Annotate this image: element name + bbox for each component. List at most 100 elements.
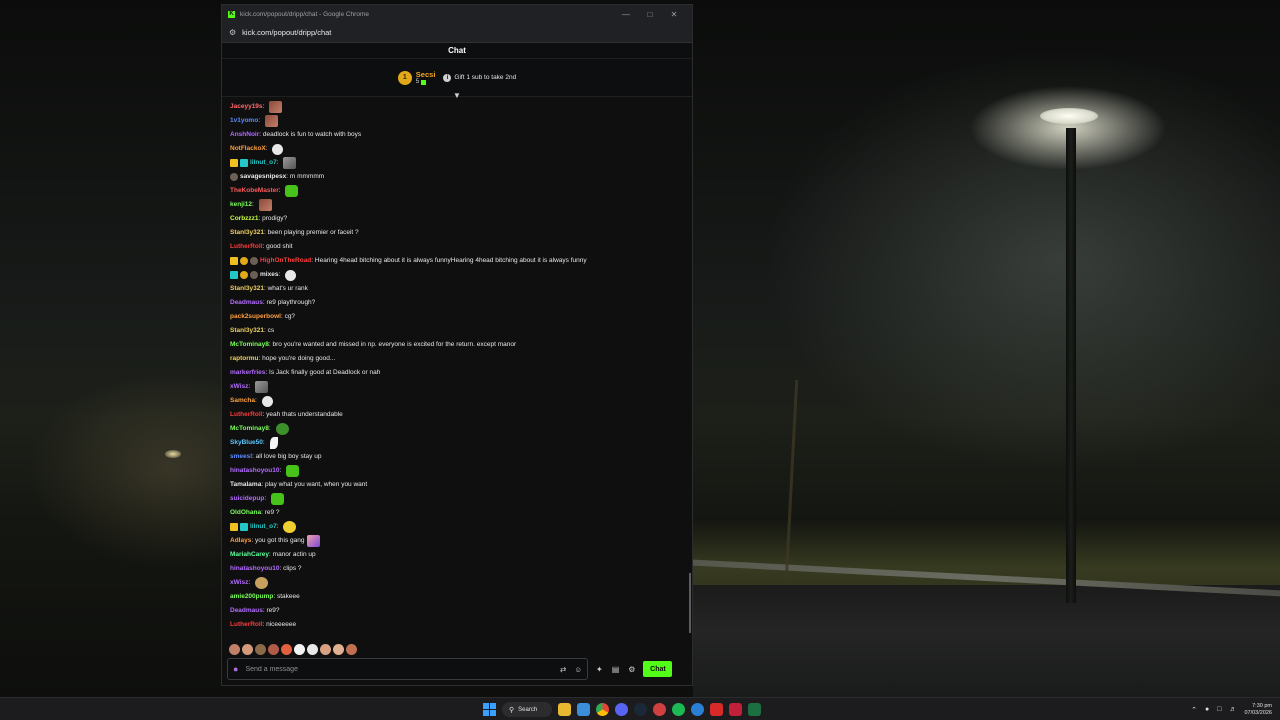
chat-username[interactable]: pack2superbowl xyxy=(230,310,281,324)
send-chat-button[interactable]: Chat xyxy=(643,661,673,677)
store-icon[interactable]: ▤ xyxy=(612,665,620,674)
quick-emote-icon[interactable] xyxy=(307,643,318,655)
ghost-emote-icon[interactable] xyxy=(285,269,297,281)
windows-start-icon[interactable] xyxy=(483,703,496,716)
chat-username[interactable]: hinatashoyou10 xyxy=(230,464,279,478)
chat-scrollbar[interactable] xyxy=(689,573,691,633)
chat-username[interactable]: xWisz xyxy=(230,380,248,394)
microphone-tray-icon[interactable]: ● xyxy=(1205,706,1209,713)
points-icon[interactable]: ✦ xyxy=(596,665,603,674)
chat-username[interactable]: LutherRoll xyxy=(230,408,263,422)
chat-username[interactable]: LutherRoll xyxy=(230,240,263,254)
volume-icon[interactable]: ♬ xyxy=(1229,706,1236,713)
chat-username[interactable]: HighOnTheRoad xyxy=(260,254,311,268)
green-emote-icon[interactable] xyxy=(270,493,284,505)
steam-icon[interactable] xyxy=(634,703,647,716)
photos-icon[interactable] xyxy=(577,703,590,716)
chat-username[interactable]: markerfries xyxy=(230,366,265,380)
excel-icon[interactable] xyxy=(748,703,761,716)
chat-username[interactable]: Deadmaus xyxy=(230,296,263,310)
chat-username[interactable]: savagesnipesx xyxy=(240,170,286,184)
quick-emote-icon[interactable] xyxy=(229,643,240,655)
chat-username[interactable]: amie200pump xyxy=(230,590,273,604)
minimize-icon[interactable]: — xyxy=(614,10,638,19)
chat-username[interactable]: 1v1yomo xyxy=(230,114,258,128)
chat-username[interactable]: smeesl xyxy=(230,450,252,464)
chat-input-box[interactable]: ● ⇄ ☺ xyxy=(227,658,588,680)
quick-emote-icon[interactable] xyxy=(346,643,357,655)
settings-gear-icon[interactable]: ⚙ xyxy=(628,665,635,674)
maximize-icon[interactable]: □ xyxy=(638,10,662,19)
pic-emote-icon[interactable] xyxy=(269,101,283,113)
chrome-icon[interactable] xyxy=(596,703,609,716)
feather-emote-icon[interactable] xyxy=(269,437,278,449)
chat-username[interactable]: Corbzzz1 xyxy=(230,212,259,226)
chat-username[interactable]: McTominay8 xyxy=(230,422,269,436)
chat-username[interactable]: AnshNoir xyxy=(230,128,259,142)
quick-emote-icon[interactable] xyxy=(281,643,292,655)
chat-username[interactable]: Tamalama xyxy=(230,478,261,492)
ccleaner-icon[interactable] xyxy=(653,703,666,716)
chat-username[interactable]: Jaceyy19s xyxy=(230,100,263,114)
chat-username[interactable]: Deadmaus xyxy=(230,604,263,618)
chat-username[interactable]: Adlays xyxy=(230,534,251,548)
pic-emote-icon[interactable] xyxy=(258,199,272,211)
translate-icon[interactable]: ⇄ xyxy=(560,665,566,674)
cat-emote-icon[interactable] xyxy=(283,157,297,169)
chat-username[interactable]: suicidepup xyxy=(230,492,264,506)
url-text[interactable]: kick.com/popout/dripp/chat xyxy=(242,28,331,37)
chat-messages[interactable]: Jaceyy19s: 1v1yomo: AnshNoir: deadlock i… xyxy=(222,97,692,641)
chat-username[interactable]: lilnut_o7 xyxy=(250,156,277,170)
window-titlebar[interactable]: K kick.com/popout/dripp/chat - Google Ch… xyxy=(222,5,692,23)
quick-emote-icon[interactable] xyxy=(255,643,266,655)
quick-emote-icon[interactable] xyxy=(268,643,279,655)
spotify-icon[interactable] xyxy=(672,703,685,716)
quick-emote-icon[interactable] xyxy=(320,643,331,655)
chat-username[interactable]: mixes xyxy=(260,268,278,282)
address-bar[interactable]: ⚙ kick.com/popout/dripp/chat xyxy=(222,23,692,43)
cartoon-emote-icon[interactable] xyxy=(307,535,321,547)
dog-emote-icon[interactable] xyxy=(255,577,268,589)
file-explorer-icon[interactable] xyxy=(558,703,571,716)
chat-username[interactable]: McTominay8 xyxy=(230,338,269,352)
gifter-name[interactable]: Secsi xyxy=(416,70,436,79)
chat-username[interactable]: Stanl3y321 xyxy=(230,324,264,338)
quick-emote-icon[interactable] xyxy=(333,643,344,655)
edge-beta-icon[interactable] xyxy=(691,703,704,716)
chat-username[interactable]: lilnut_o7 xyxy=(250,520,277,534)
red-app-icon[interactable] xyxy=(710,703,723,716)
chat-input[interactable] xyxy=(245,665,553,673)
chat-username[interactable]: raptormu xyxy=(230,352,259,366)
network-icon[interactable]: □ xyxy=(1217,706,1221,713)
chat-username[interactable]: NotFlackoX xyxy=(230,142,266,156)
quick-emote-icon[interactable] xyxy=(294,643,305,655)
ghost-emote-icon[interactable] xyxy=(272,143,284,155)
green-emote-icon[interactable] xyxy=(285,185,299,197)
tray-chevron-icon[interactable]: ⌃ xyxy=(1191,706,1197,714)
chat-username[interactable]: Stanl3y321 xyxy=(230,282,264,296)
chat-username[interactable]: xWisz xyxy=(230,576,248,590)
chat-username[interactable]: LutherRoll xyxy=(230,618,263,632)
clock[interactable]: 7:30 pm 07/03/2026 xyxy=(1244,703,1272,717)
taskbar-search[interactable]: ⚲ Search xyxy=(502,702,552,717)
cat-emote-icon[interactable] xyxy=(255,381,268,393)
yellow-emote-icon[interactable] xyxy=(283,521,297,533)
pic-emote-icon[interactable] xyxy=(264,115,278,127)
gifter-info[interactable]: Secsi 5 xyxy=(416,70,436,85)
close-icon[interactable]: ✕ xyxy=(662,10,686,19)
ghost-emote-icon[interactable] xyxy=(261,395,273,407)
chat-username[interactable]: Samcha xyxy=(230,394,255,408)
chat-username[interactable]: kenji12 xyxy=(230,198,252,212)
emoji-icon[interactable]: ☺ xyxy=(574,665,582,674)
chat-username[interactable]: OldOhana xyxy=(230,506,261,520)
microphone-icon[interactable]: ● xyxy=(233,664,238,674)
chat-username[interactable]: MariahCarey xyxy=(230,548,269,562)
green-emote-icon[interactable] xyxy=(286,465,300,477)
chat-username[interactable]: SkyBlue50 xyxy=(230,436,263,450)
discord-icon[interactable] xyxy=(615,703,628,716)
site-settings-icon[interactable]: ⚙ xyxy=(229,28,236,37)
quick-emote-icon[interactable] xyxy=(242,643,253,655)
gift-prompt[interactable]: Gift 1 sub to take 2nd xyxy=(454,74,516,81)
chat-username[interactable]: Stanl3y321 xyxy=(230,226,264,240)
chat-username[interactable]: hinatashoyou10 xyxy=(230,562,279,576)
